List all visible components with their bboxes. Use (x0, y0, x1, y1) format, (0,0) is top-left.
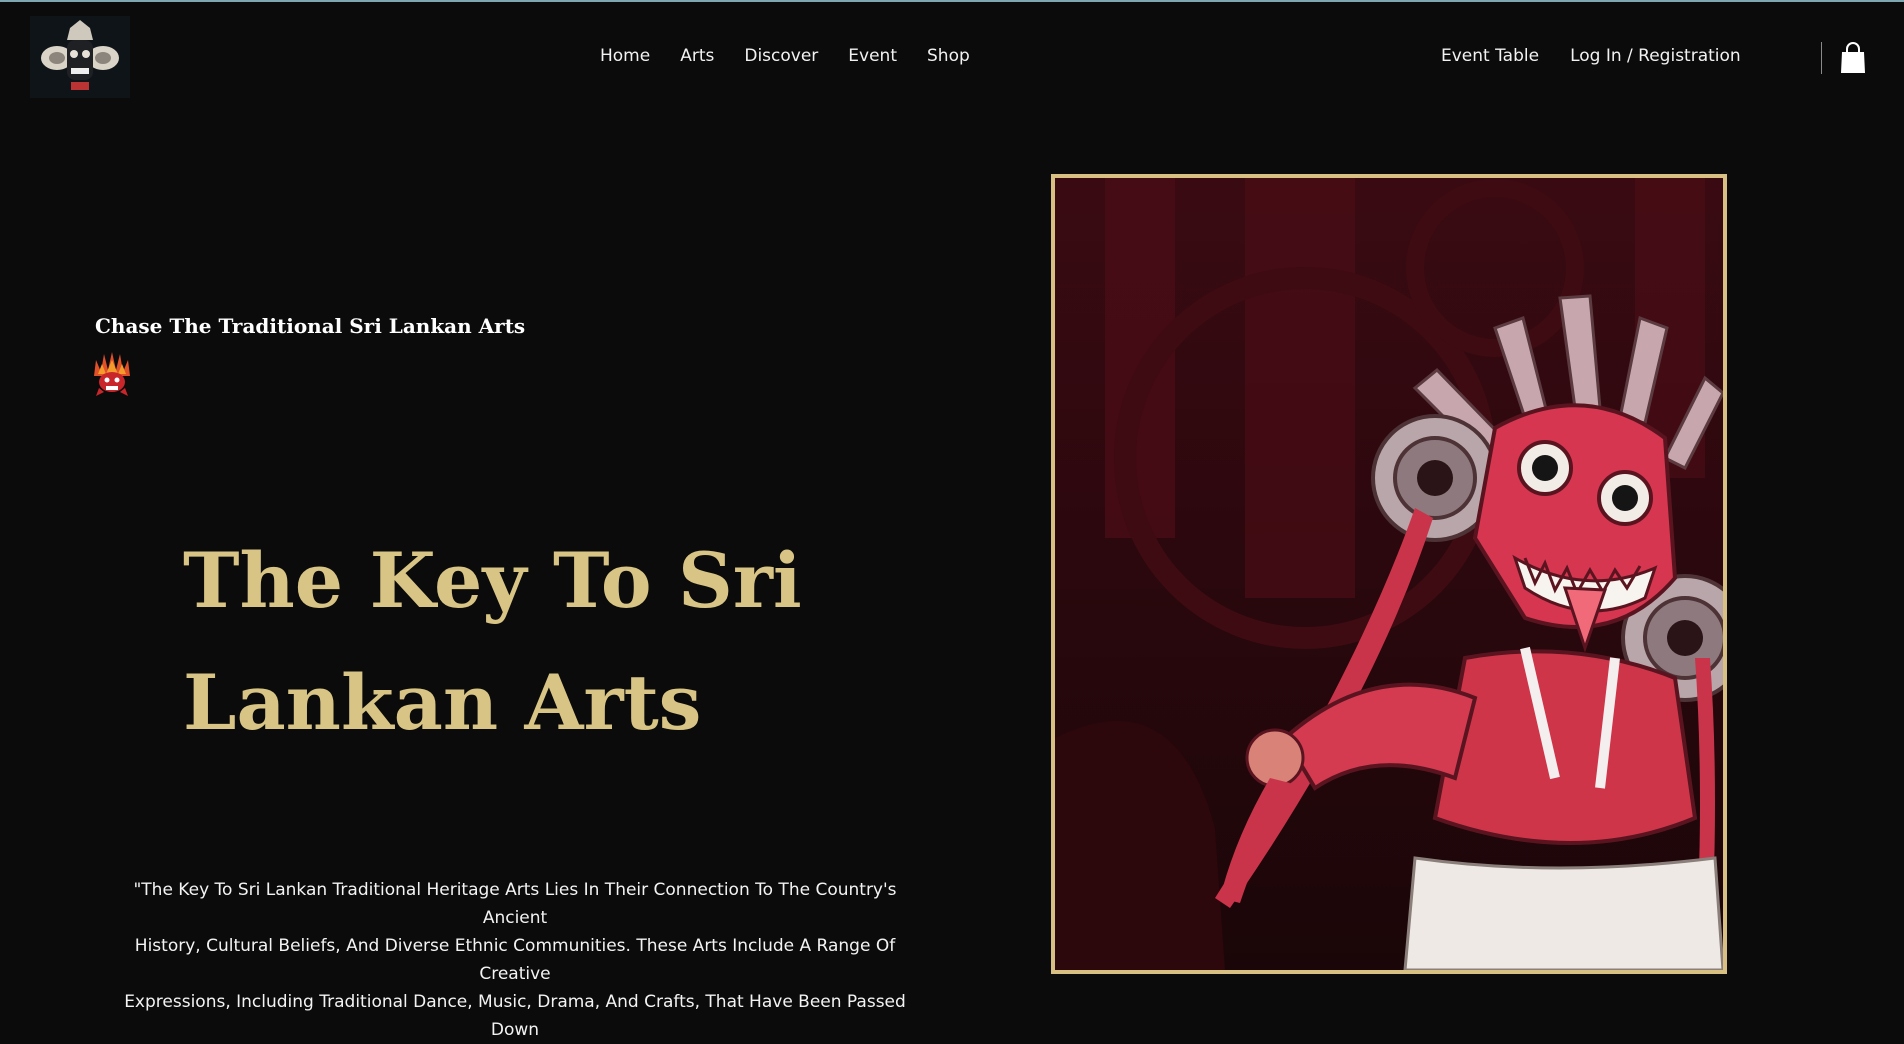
nav-event-table[interactable]: Event Table (1441, 46, 1539, 66)
quote-line-2: History, Cultural Beliefs, And Diverse E… (134, 936, 896, 984)
quote-line-3: Expressions, Including Traditional Dance… (124, 992, 906, 1040)
hero-quote: "The Key To Sri Lankan Traditional Herit… (110, 876, 920, 1044)
mask-icon (94, 352, 130, 396)
nav-login-registration[interactable]: Log In / Registration (1570, 46, 1741, 66)
nav-home[interactable]: Home (600, 46, 650, 66)
hero-image-frame (1051, 174, 1727, 974)
tagline-mask (88, 350, 136, 402)
nav-event[interactable]: Event (848, 46, 897, 66)
nav-arts[interactable]: Arts (680, 46, 714, 66)
header-divider (1821, 42, 1822, 74)
kolam-mask-dancer-illustration (1055, 178, 1723, 970)
site-logo[interactable] (30, 16, 130, 98)
devil-mask-logo-icon (41, 20, 119, 90)
shopping-bag-icon (1841, 42, 1865, 73)
quote-line-1: "The Key To Sri Lankan Traditional Herit… (133, 880, 897, 928)
hero-title-line-2: Lankan Arts (183, 658, 702, 747)
hero-title-line-1: The Key To Sri (183, 536, 802, 625)
nav-discover[interactable]: Discover (744, 46, 818, 66)
hero-title: The Key To Sri Lankan Arts (183, 520, 903, 764)
cart-button[interactable] (1840, 42, 1866, 78)
hero-tagline: Chase The Traditional Sri Lankan Arts (95, 314, 526, 338)
main-nav: Home Arts Discover Event Shop (600, 46, 1000, 66)
nav-shop[interactable]: Shop (927, 46, 970, 66)
account-nav: Event Table Log In / Registration (1441, 46, 1772, 66)
